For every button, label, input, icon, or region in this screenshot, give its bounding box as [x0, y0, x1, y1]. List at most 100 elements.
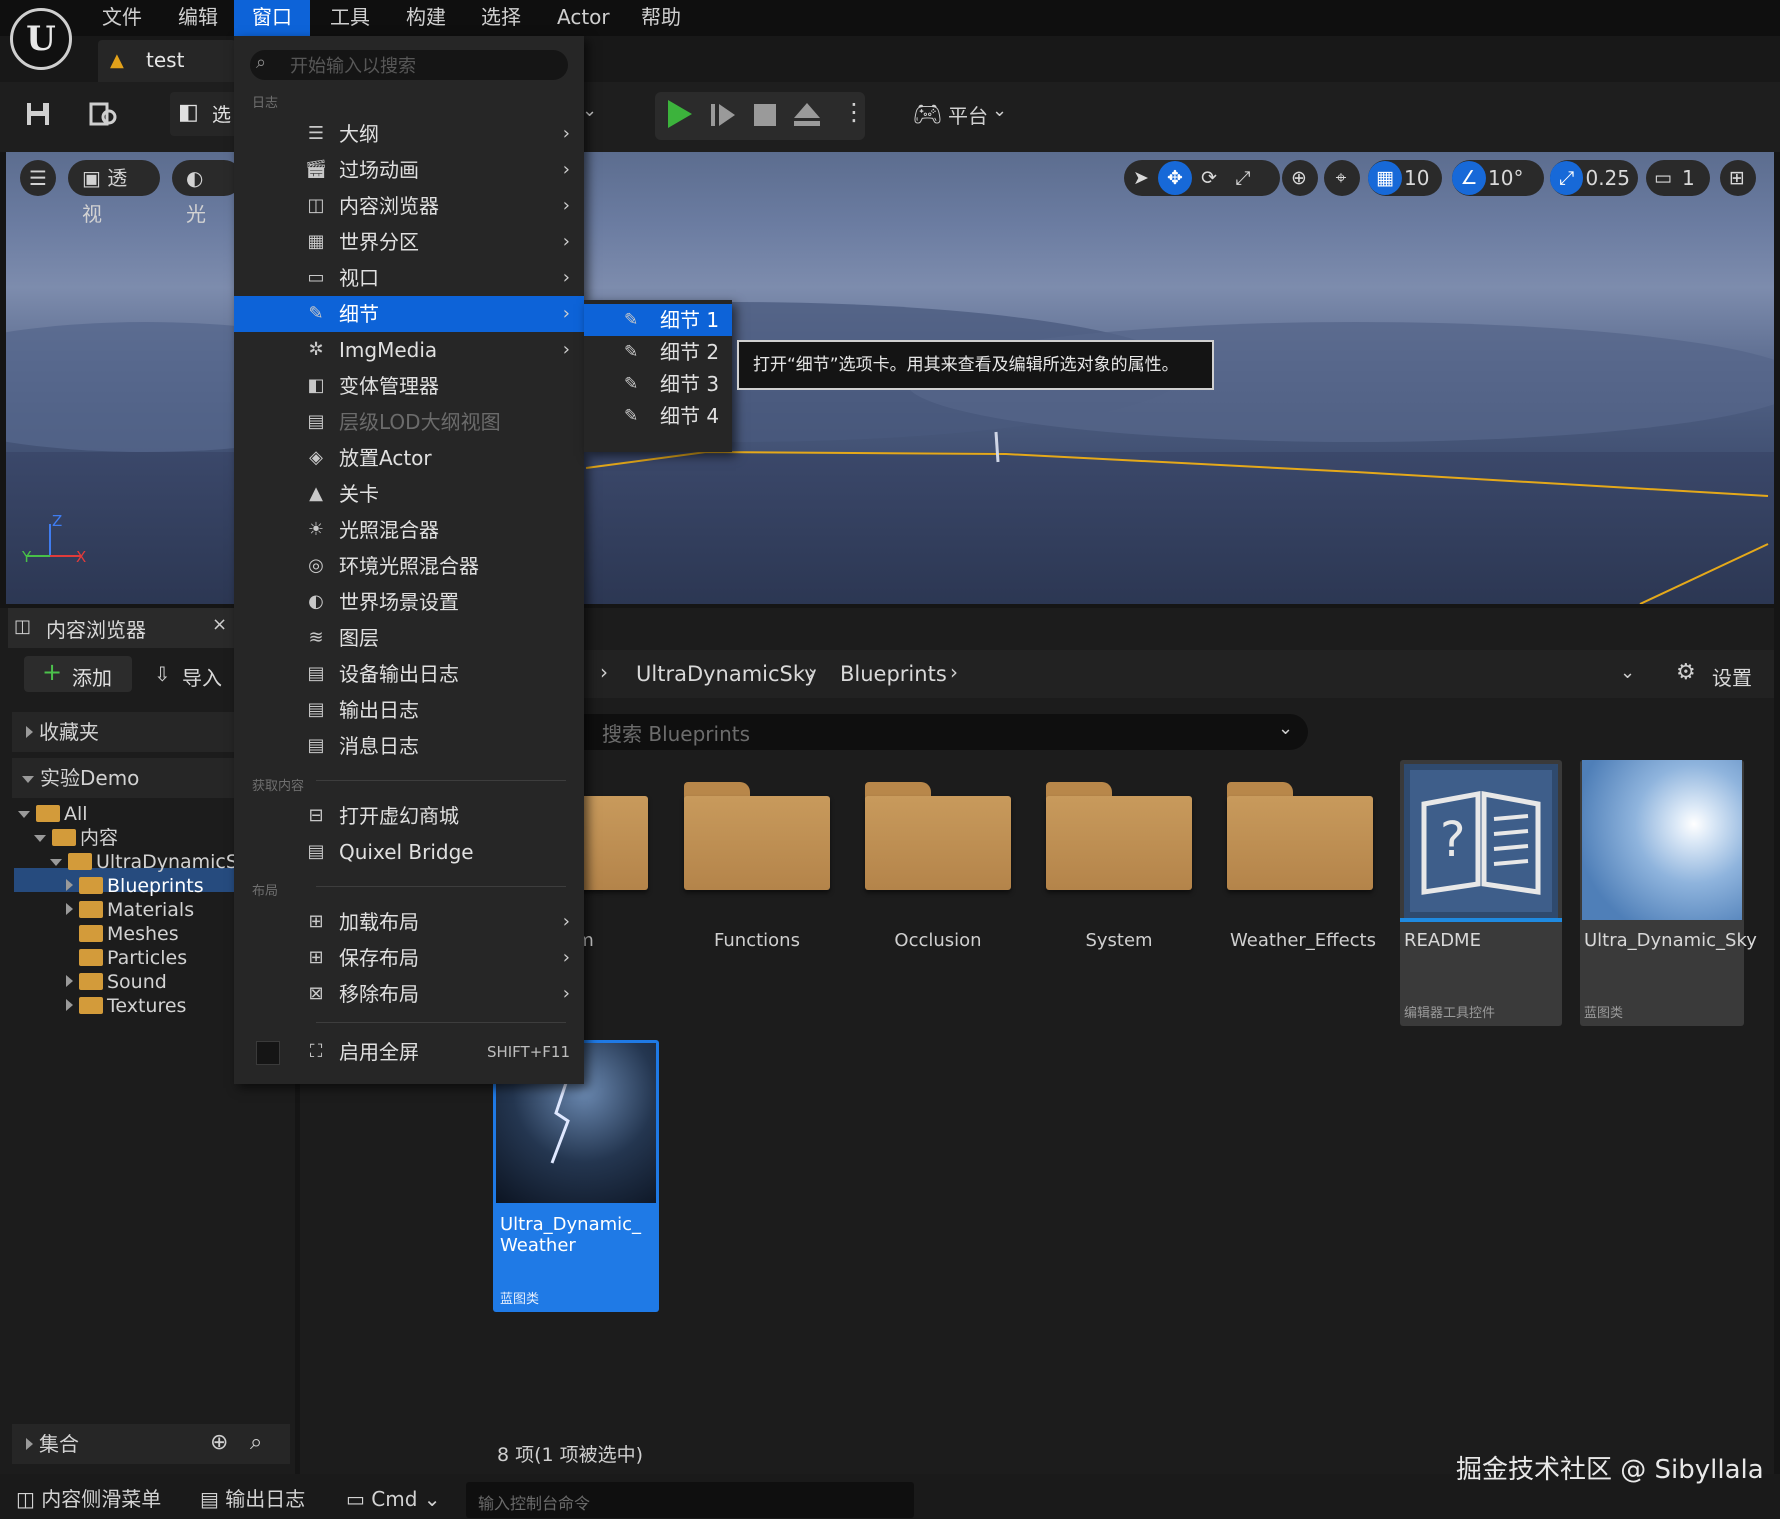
breadcrumb-blueprints[interactable]: Blueprints: [840, 656, 947, 692]
menu-item-label: 视口: [339, 266, 379, 290]
menu-item-imgmedia[interactable]: ✲ ImgMedia ›: [234, 332, 584, 368]
content-drawer-button[interactable]: ◫ 内容侧滑菜单: [16, 1480, 161, 1518]
tree-item-all[interactable]: All: [18, 802, 88, 826]
close-icon[interactable]: ×: [212, 614, 227, 635]
menu-item-output-log[interactable]: ▤ 输出日志: [234, 692, 584, 728]
settings-label[interactable]: 设置: [1712, 662, 1752, 691]
translate-tool-icon[interactable]: ✥: [1158, 161, 1192, 195]
rotation-snap[interactable]: ∠ 10°: [1452, 160, 1544, 196]
menu-item-quixel-bridge[interactable]: ▤ Quixel Bridge: [234, 834, 584, 870]
select-tool-icon[interactable]: ➤: [1124, 161, 1158, 195]
menu-item-world-partition[interactable]: ▦ 世界分区 ›: [234, 224, 584, 260]
menu-item-levels[interactable]: ▲ 关卡: [234, 476, 584, 512]
folder-system[interactable]: [1046, 782, 1192, 892]
surface-snap-toggle[interactable]: ⌖: [1324, 160, 1360, 196]
menu-actor[interactable]: Actor: [539, 0, 628, 36]
menu-item-layers[interactable]: ≋ 图层: [234, 620, 584, 656]
search-collections-icon[interactable]: ⌕: [250, 1430, 262, 1455]
menu-item-message-log[interactable]: ▤ 消息日志: [234, 728, 584, 764]
menu-edit[interactable]: 编辑: [160, 0, 236, 36]
tree-item-sound[interactable]: Sound: [66, 970, 167, 994]
menu-item-details[interactable]: ✎ 细节 ›: [234, 296, 584, 332]
camera-speed-value: 1: [1682, 166, 1695, 190]
breadcrumb-ultradynamicsky[interactable]: UltraDynamicSky: [636, 656, 817, 692]
menu-item-outliner[interactable]: ☰ 大纲 ›: [234, 116, 584, 152]
cmd-selector[interactable]: ▭ Cmd ⌄: [346, 1480, 441, 1518]
folder-functions[interactable]: [684, 782, 830, 892]
submenu-item-details-1[interactable]: ✎ 细节 1: [584, 304, 732, 336]
menu-item-viewport[interactable]: ▭ 视口 ›: [234, 260, 584, 296]
step-icon[interactable]: [708, 100, 738, 134]
menu-item-device-log[interactable]: ▤ 设备输出日志: [234, 656, 584, 692]
tree-item-blueprints[interactable]: Blueprints: [66, 874, 204, 898]
tree-item-ultradynamicsky[interactable]: UltraDynamicSky: [50, 850, 236, 874]
play-icon[interactable]: [664, 96, 696, 136]
world-local-toggle[interactable]: ⊕: [1282, 160, 1318, 196]
breadcrumb-end-arrow-icon[interactable]: ›: [950, 660, 958, 684]
folder-weather-effects[interactable]: [1227, 782, 1373, 892]
content-browser-tab-icon: ◫: [14, 616, 32, 637]
submenu-item-details-3[interactable]: ✎ 细节 3: [584, 368, 732, 400]
menu-item-world-settings[interactable]: ◐ 世界场景设置: [234, 584, 584, 620]
output-log-button[interactable]: ▤ 输出日志: [200, 1480, 305, 1518]
unreal-logo-icon[interactable]: U: [10, 8, 72, 70]
menu-tools[interactable]: 工具: [312, 0, 388, 36]
menu-item-env-light-mixer[interactable]: ◎ 环境光照混合器: [234, 548, 584, 584]
menu-build[interactable]: 构建: [388, 0, 464, 36]
import-label[interactable]: 导入: [182, 662, 222, 691]
content-browser-icon[interactable]: [82, 92, 126, 136]
menu-item-fullscreen[interactable]: ⛶ 启用全屏 SHIFT+F11: [234, 1034, 584, 1070]
submenu-item-details-4[interactable]: ✎ 细节 4: [584, 400, 732, 432]
eject-icon[interactable]: [792, 100, 822, 132]
menu-item-remove-layout[interactable]: ⊠ 移除布局 ›: [234, 976, 584, 1012]
stop-icon[interactable]: [752, 102, 778, 132]
rotate-tool-icon[interactable]: ⟳: [1192, 161, 1226, 195]
world-settings-icon: ◐: [308, 591, 324, 612]
settings-gear-icon[interactable]: ⚙: [1676, 660, 1696, 685]
import-icon[interactable]: ⇩: [154, 662, 171, 686]
add-collection-icon[interactable]: ⊕: [210, 1430, 228, 1455]
menu-item-content-browser[interactable]: ◫ 内容浏览器 ›: [234, 188, 584, 224]
menu-item-load-layout[interactable]: ⊞ 加载布局 ›: [234, 904, 584, 940]
viewport-layout-button[interactable]: ⊞: [1720, 160, 1756, 196]
menu-item-variant-manager[interactable]: ◧ 变体管理器: [234, 368, 584, 404]
collections-header[interactable]: 集合: [12, 1424, 290, 1464]
submenu-item-details-2[interactable]: ✎ 细节 2: [584, 336, 732, 368]
folder-occlusion[interactable]: [865, 782, 1011, 892]
menu-window[interactable]: 窗口: [234, 0, 310, 36]
viewport-menu-icon[interactable]: ☰: [20, 160, 56, 196]
platform-chevron-icon[interactable]: ⌄: [992, 100, 1007, 121]
platform-label[interactable]: 平台: [948, 96, 988, 136]
tree-item-materials[interactable]: Materials: [66, 898, 194, 922]
grid-snap[interactable]: ▦ 10: [1368, 160, 1442, 196]
tree-item-textures[interactable]: Textures: [66, 994, 186, 1018]
menu-help[interactable]: 帮助: [623, 0, 699, 36]
submenu-item-label: 细节 2: [660, 340, 720, 364]
tree-item-content[interactable]: 内容: [34, 826, 118, 850]
menu-select[interactable]: 选择: [463, 0, 539, 36]
menu-item-light-mixer[interactable]: ☀ 光照混合器: [234, 512, 584, 548]
camera-speed[interactable]: ▭ 1: [1646, 160, 1710, 196]
scale-snap[interactable]: ⤢ 0.25: [1550, 160, 1638, 196]
project-header[interactable]: 实验Demo: [12, 758, 236, 798]
save-icon[interactable]: [16, 92, 60, 136]
section-log: 日志: [252, 96, 279, 111]
favorites-header[interactable]: 收藏夹: [12, 712, 236, 752]
tree-item-meshes[interactable]: Meshes: [79, 922, 179, 946]
menu-item-marketplace[interactable]: ⊟ 打开虚幻商城: [234, 798, 584, 834]
menu-item-cinematics[interactable]: 🎬︎ 过场动画 ›: [234, 152, 584, 188]
scale-tool-icon[interactable]: ⤢: [1226, 161, 1260, 195]
tree-item-particles[interactable]: Particles: [79, 946, 187, 970]
perspective-button[interactable]: ▣ 透视: [68, 160, 160, 226]
history-dropdown-icon[interactable]: ⌄: [1620, 662, 1635, 683]
chevron-down-icon[interactable]: ⌄: [582, 100, 597, 121]
readme-type-bar: [1400, 918, 1562, 922]
menu-file[interactable]: 文件: [84, 0, 160, 36]
search-filter-chevron-icon[interactable]: ⌄: [1278, 718, 1293, 739]
menu-item-place-actor[interactable]: ◈ 放置Actor: [234, 440, 584, 476]
fullscreen-checkbox[interactable]: [256, 1041, 280, 1065]
more-options-icon[interactable]: ⋮: [842, 98, 866, 126]
lighting-mode-button[interactable]: ◐ 光: [172, 160, 242, 226]
menu-item-save-layout[interactable]: ⊞ 保存布局 ›: [234, 940, 584, 976]
lighting-label: 光: [186, 202, 206, 226]
